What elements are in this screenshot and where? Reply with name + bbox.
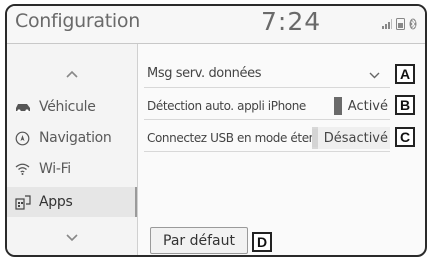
toggle-state: Désactivé xyxy=(323,130,388,146)
signal-icon xyxy=(382,19,392,29)
row-label: Msg serv. données xyxy=(147,66,262,81)
row-msg-serv-donnees[interactable]: Msg serv. données xyxy=(144,60,390,88)
default-button[interactable]: Par défaut xyxy=(150,227,248,254)
chevron-up-icon xyxy=(66,63,78,82)
toggle-indicator xyxy=(333,97,342,115)
toggle-state: Activé xyxy=(347,98,388,114)
settings-panel: Msg serv. données A Détection auto. appl… xyxy=(138,44,425,255)
sidebar-item-navigation[interactable]: Navigation xyxy=(7,123,137,153)
callout-d: D xyxy=(252,232,272,252)
toggle-usb-mode-etendu[interactable]: Désactivé xyxy=(311,127,390,149)
sidebar-item-label: Véhicule xyxy=(39,99,96,115)
row-label: Détection auto. appli iPhone xyxy=(147,98,306,113)
sidebar: Véhicule Navigation Wi-Fi Apps xyxy=(7,44,138,255)
phone-battery-icon xyxy=(396,18,405,30)
sidebar-item-apps[interactable]: Apps xyxy=(7,187,137,217)
chevron-down-icon xyxy=(66,227,78,246)
callout-b: B xyxy=(395,95,415,115)
compass-icon xyxy=(15,131,39,146)
screen-title: Configuration xyxy=(15,10,140,32)
header-bar: Configuration 7:24 xyxy=(7,6,425,44)
row-label: Connectez USB en mode étendu. xyxy=(147,130,334,145)
sidebar-item-wifi[interactable]: Wi-Fi xyxy=(7,154,137,184)
callout-c: C xyxy=(395,127,415,147)
apps-icon xyxy=(15,194,39,210)
row-detection-iphone[interactable]: Détection auto. appli iPhone Activé xyxy=(144,92,390,120)
sidebar-item-vehicule[interactable]: Véhicule xyxy=(7,92,137,122)
status-icons xyxy=(382,18,417,30)
sidebar-item-label: Wi-Fi xyxy=(39,161,71,177)
car-icon xyxy=(15,102,39,112)
toggle-indicator xyxy=(311,129,318,147)
wifi-icon xyxy=(15,163,39,175)
row-usb-mode-etendu[interactable]: Connectez USB en mode étendu. Désactivé xyxy=(144,124,390,152)
sidebar-item-label: Apps xyxy=(39,194,73,210)
toggle-detection-iphone[interactable]: Activé xyxy=(333,95,390,117)
screen-frame: Configuration 7:24 Véhicule Navigation W… xyxy=(5,4,427,257)
bluetooth-icon xyxy=(409,18,417,30)
sidebar-item-label: Navigation xyxy=(39,130,112,146)
sidebar-scroll-up[interactable] xyxy=(7,58,137,86)
chevron-down-icon[interactable] xyxy=(369,68,380,83)
callout-a: A xyxy=(395,64,415,84)
sidebar-scroll-down[interactable] xyxy=(7,222,137,250)
clock: 7:24 xyxy=(261,7,322,36)
